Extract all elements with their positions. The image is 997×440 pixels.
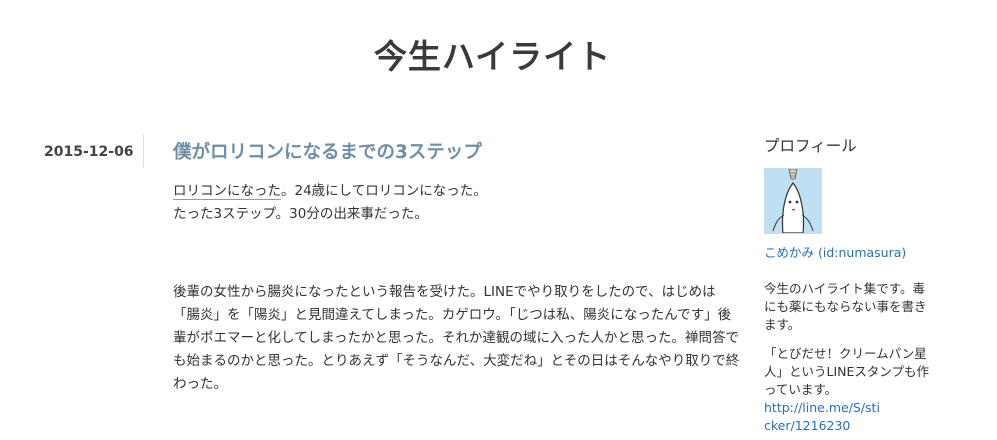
avatar-link[interactable] xyxy=(764,168,936,234)
stamp-description: 「とびだせ！クリームパン星人」というLINEスタンプも作っています。 xyxy=(764,346,930,397)
avatar-illustration-icon xyxy=(764,168,822,234)
blog-title[interactable]: 今生ハイライト xyxy=(0,30,985,78)
entry-date: 2015-12-06 xyxy=(44,144,134,160)
entry-paragraph: 後輩の女性から腸炎になったという報告を受けた。LINEでやり取りをしたので、はじ… xyxy=(173,284,740,392)
stamp-url-link[interactable]: http://line.me/S/sticker/1216230 xyxy=(764,399,882,435)
sidebar: プロフィール こめかみ (id:numasura) 今生のハイライト集です。毒に… xyxy=(764,134,936,435)
entry-lead: ロリコンになった。24歳にしてロリコンになった。 xyxy=(173,180,741,203)
keyword-link[interactable]: ロリコンになった xyxy=(173,183,281,200)
profile-heading: プロフィール xyxy=(764,137,857,155)
entry-content: ロリコンになった。24歳にしてロリコンになった。 たった3ステップ。30分の出来… xyxy=(173,180,741,396)
profile-description: 今生のハイライト集です。毒にも薬にもならない事を書きます。 xyxy=(764,281,927,332)
entry-title-link[interactable]: 僕がロリコンになるまでの3ステップ xyxy=(173,138,482,164)
entry-lead-rest: 。24歳にしてロリコンになった。 xyxy=(281,183,487,199)
date-divider xyxy=(143,134,144,167)
entry-line-2: たった3ステップ。30分の出来事だった。 xyxy=(173,206,428,222)
profile-name-link[interactable]: こめかみ (id:numasura) xyxy=(764,242,936,261)
